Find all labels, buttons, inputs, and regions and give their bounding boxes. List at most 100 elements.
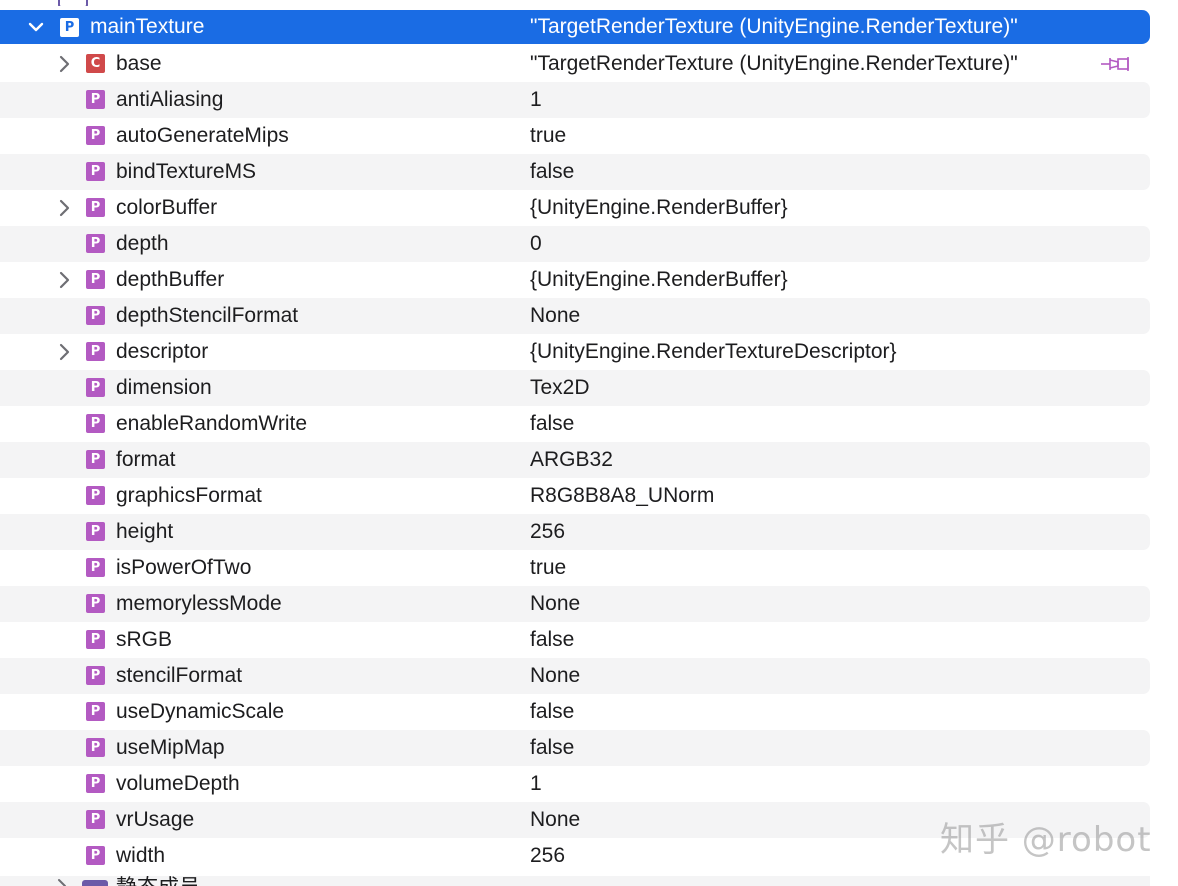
tree-row-depth[interactable]: Pdepth 0	[0, 226, 1150, 262]
property-badge-icon: P	[86, 810, 105, 829]
property-badge-icon: P	[86, 270, 105, 289]
row-value: "TargetRenderTexture (UnityEngine.Render…	[530, 52, 1018, 75]
row-name: graphicsFormat	[116, 484, 262, 507]
row-value: false	[530, 160, 575, 183]
row-value: 256	[530, 520, 566, 543]
row-name: format	[116, 448, 176, 471]
tree-row-sRGB[interactable]: PsRGB false	[0, 622, 1150, 658]
property-badge-icon: P	[86, 738, 105, 757]
chevron-right-icon[interactable]	[54, 270, 74, 290]
row-value: {UnityEngine.RenderTextureDescriptor}	[530, 340, 897, 363]
row-name: dimension	[116, 376, 212, 399]
property-badge-icon: P	[86, 522, 105, 541]
row-name: volumeDepth	[116, 772, 240, 795]
chevron-right-icon[interactable]	[54, 342, 74, 362]
property-badge-icon: P	[60, 18, 79, 37]
tree-row-graphicsFormat[interactable]: PgraphicsFormat R8G8B8A8_UNorm	[0, 478, 1150, 514]
row-name: colorBuffer	[116, 196, 218, 219]
class-badge-icon: C	[86, 54, 105, 73]
row-value: {UnityEngine.RenderBuffer}	[530, 196, 788, 219]
property-badge-icon: P	[86, 90, 105, 109]
chevron-right-icon[interactable]	[54, 878, 70, 886]
property-badge-icon: P	[86, 846, 105, 865]
tree-row-enableRandomWrite[interactable]: PenableRandomWrite false	[0, 406, 1150, 442]
row-value: R8G8B8A8_UNorm	[530, 484, 715, 507]
row-value: true	[530, 124, 567, 147]
row-name: vrUsage	[116, 808, 195, 831]
property-badge-icon: P	[86, 234, 105, 253]
tree-row-memorylessMode[interactable]: PmemorylessMode None	[0, 586, 1150, 622]
tree-row-autoGenerateMips[interactable]: PautoGenerateMips true	[0, 118, 1150, 154]
chevron-right-icon[interactable]	[54, 54, 74, 74]
tree-row-format[interactable]: Pformat ARGB32	[0, 442, 1150, 478]
row-value: None	[530, 664, 581, 687]
row-value: 1	[530, 772, 542, 795]
folder-icon	[58, 0, 88, 6]
tree-row-depthBuffer[interactable]: PdepthBuffer {UnityEngine.RenderBuffer}	[0, 262, 1150, 298]
row-name: base	[116, 52, 162, 75]
row-name: depthBuffer	[116, 268, 225, 291]
tree-row-antiAliasing[interactable]: PantiAliasing 1	[0, 82, 1150, 118]
property-badge-icon: P	[86, 378, 105, 397]
chevron-down-icon[interactable]	[26, 17, 46, 37]
row-value: false	[530, 736, 575, 759]
row-value: false	[530, 700, 575, 723]
row-name: enableRandomWrite	[116, 412, 308, 435]
tree-row-volumeDepth[interactable]: PvolumeDepth 1	[0, 766, 1150, 802]
row-value: {UnityEngine.RenderBuffer}	[530, 268, 788, 291]
row-value: None	[530, 808, 581, 831]
row-value: None	[530, 304, 581, 327]
row-name: width	[116, 844, 166, 867]
tree-row-static-members[interactable]: 静态成员	[0, 876, 1150, 886]
property-badge-icon: P	[86, 558, 105, 577]
tree-row-isPowerOfTwo[interactable]: PisPowerOfTwo true	[0, 550, 1150, 586]
property-badge-icon: P	[86, 486, 105, 505]
row-name: descriptor	[116, 340, 209, 363]
row-name: useDynamicScale	[116, 700, 285, 723]
row-value: None	[530, 592, 581, 615]
row-value: false	[530, 412, 575, 435]
row-name: bindTextureMS	[116, 160, 257, 183]
tree-row-dimension[interactable]: Pdimension Tex2D	[0, 370, 1150, 406]
row-name: height	[116, 520, 174, 543]
row-value: false	[530, 628, 575, 651]
tree-row-bindTextureMS[interactable]: PbindTextureMS false	[0, 154, 1150, 190]
debugger-variables-panel: P mainTexture "TargetRenderTexture (Unit…	[0, 0, 1178, 886]
chevron-right-icon[interactable]	[54, 198, 74, 218]
row-name: memorylessMode	[116, 592, 282, 615]
tree-row-descriptor[interactable]: Pdescriptor {UnityEngine.RenderTextureDes…	[0, 334, 1150, 370]
property-badge-icon: P	[86, 342, 105, 361]
tree-row-base[interactable]: Cbase "TargetRenderTexture (UnityEngine.R…	[0, 46, 1150, 82]
row-name: isPowerOfTwo	[116, 556, 252, 579]
tree-row-selected[interactable]: P mainTexture "TargetRenderTexture (Unit…	[0, 10, 1150, 44]
row-value: 1	[530, 88, 542, 111]
previous-row-partial	[0, 0, 1150, 6]
folder-icon	[82, 880, 108, 886]
row-name: antiAliasing	[116, 88, 224, 111]
property-badge-icon: P	[86, 702, 105, 721]
property-badge-icon: P	[86, 666, 105, 685]
property-badge-icon: P	[86, 198, 105, 217]
tree-row-depthStencilFormat[interactable]: PdepthStencilFormat None	[0, 298, 1150, 334]
tree-row-useDynamicScale[interactable]: PuseDynamicScale false	[0, 694, 1150, 730]
row-name: stencilFormat	[116, 664, 243, 687]
property-badge-icon: P	[86, 630, 105, 649]
property-badge-icon: P	[86, 594, 105, 613]
property-badge-icon: P	[86, 450, 105, 469]
property-badge-icon: P	[86, 306, 105, 325]
row-value: 0	[530, 232, 542, 255]
row-name: mainTexture	[90, 15, 205, 38]
tree-row-height[interactable]: Pheight 256	[0, 514, 1150, 550]
row-name: depth	[116, 232, 169, 255]
row-value: ARGB32	[530, 448, 613, 471]
tree-row-colorBuffer[interactable]: PcolorBuffer {UnityEngine.RenderBuffer}	[0, 190, 1150, 226]
tree-row-stencilFormat[interactable]: PstencilFormat None	[0, 658, 1150, 694]
row-value: Tex2D	[530, 376, 590, 399]
property-badge-icon: P	[86, 162, 105, 181]
row-name: depthStencilFormat	[116, 304, 299, 327]
property-badge-icon: P	[86, 414, 105, 433]
pin-icon[interactable]	[1100, 55, 1132, 73]
row-name: autoGenerateMips	[116, 124, 289, 147]
row-value: 256	[530, 844, 566, 867]
tree-row-useMipMap[interactable]: PuseMipMap false	[0, 730, 1150, 766]
